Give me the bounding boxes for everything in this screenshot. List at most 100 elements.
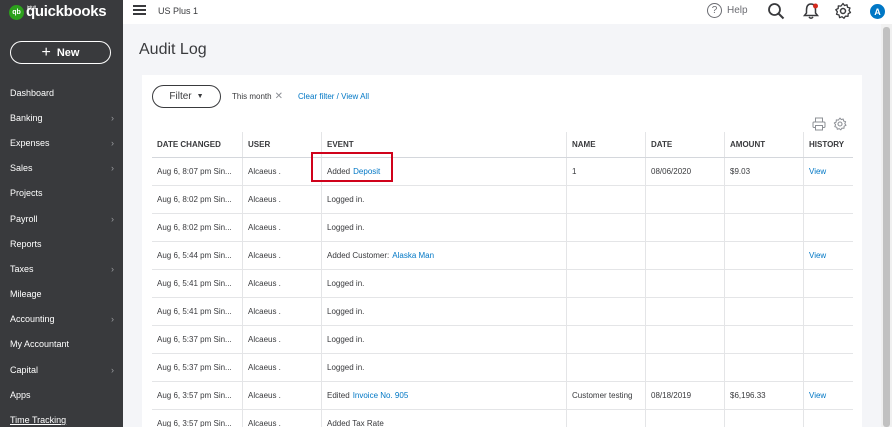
cell-date-changed-text: Aug 6, 5:44 pm Sin... — [157, 251, 232, 260]
company-name: US Plus 1 — [158, 6, 199, 16]
cell-date-changed: Aug 6, 5:41 pm Sin... — [152, 270, 243, 297]
search-icon[interactable] — [767, 2, 785, 20]
sidebar-item-capital[interactable]: Capital › — [0, 357, 123, 382]
cell-user: Alcaeus . — [243, 298, 322, 325]
sidebar-item-reports[interactable]: Reports — [0, 231, 123, 256]
cell-date: 08/06/2020 — [646, 158, 725, 185]
event-link[interactable]: Alaska Man — [392, 251, 434, 260]
menu-icon[interactable] — [133, 5, 146, 15]
cell-user-text: Alcaeus . — [248, 335, 281, 344]
event-text: Added Customer: — [327, 251, 390, 260]
sidebar-item-banking[interactable]: Banking › — [0, 105, 123, 130]
sidebar-item-projects[interactable]: Projects — [0, 181, 123, 206]
cell-name — [567, 298, 646, 325]
history-view-link[interactable]: View — [809, 391, 826, 400]
sidebar-item-label: Time Tracking — [10, 415, 67, 426]
sidebar-item-sales[interactable]: Sales › — [0, 156, 123, 181]
cell-user: Alcaeus . — [243, 186, 322, 213]
chevron-right-icon: › — [111, 112, 114, 123]
cell-user: Alcaeus . — [243, 382, 322, 409]
sidebar-item-taxes[interactable]: Taxes › — [0, 256, 123, 281]
sidebar-item-dashboard[interactable]: Dashboard — [0, 80, 123, 105]
sidebar-item-payroll[interactable]: Payroll › — [0, 206, 123, 231]
table-row[interactable]: Aug 6, 5:37 pm Sin... Alcaeus . Logged in. — [152, 326, 853, 354]
help-button[interactable]: ? Help — [707, 3, 748, 18]
table-row[interactable]: Aug 6, 5:41 pm Sin... Alcaeus . Logged in. — [152, 270, 853, 298]
sidebar-item-expenses[interactable]: Expenses › — [0, 130, 123, 155]
cell-event: Logged in. — [322, 270, 567, 297]
filter-button[interactable]: Filter ▼ — [152, 85, 221, 108]
cell-history — [804, 410, 853, 427]
event-text: Logged in. — [327, 363, 365, 372]
cell-user-text: Alcaeus . — [248, 167, 281, 176]
avatar[interactable]: A — [870, 4, 885, 19]
table-row[interactable]: Aug 6, 5:41 pm Sin... Alcaeus . Logged in. — [152, 298, 853, 326]
cell-user-text: Alcaeus . — [248, 391, 281, 400]
history-view-link[interactable]: View — [809, 251, 826, 260]
column-header-amount[interactable]: AMOUNT — [725, 132, 804, 157]
cell-date-changed: Aug 6, 8:02 pm Sin... — [152, 186, 243, 213]
cell-user: Alcaeus . — [243, 242, 322, 269]
sidebar-item-label: Mileage — [10, 289, 42, 300]
column-header-history[interactable]: HISTORY — [804, 132, 853, 157]
help-label: Help — [727, 5, 748, 16]
gear-icon[interactable] — [834, 2, 852, 20]
cell-amount: $9.03 — [725, 158, 804, 185]
table-row[interactable]: Aug 6, 8:02 pm Sin... Alcaeus . Logged in. — [152, 214, 853, 242]
cell-history — [804, 270, 853, 297]
filter-chip-label: This month — [232, 92, 272, 101]
table-row[interactable]: Aug 6, 5:44 pm Sin... Alcaeus . Added Cust… — [152, 242, 853, 270]
sidebar-item-my-accountant[interactable]: My Accountant — [0, 332, 123, 357]
cell-event: Added Tax Rate — [322, 410, 567, 427]
scrollbar-thumb[interactable] — [883, 27, 890, 427]
help-icon: ? — [707, 3, 722, 18]
sidebar-item-mileage[interactable]: Mileage — [0, 282, 123, 307]
clear-filter-link[interactable]: Clear filter / View All — [298, 92, 369, 101]
cell-date-changed-text: Aug 6, 8:02 pm Sin... — [157, 195, 232, 204]
new-button[interactable]: + New — [10, 41, 111, 64]
column-header-date[interactable]: DATE — [646, 132, 725, 157]
cell-date-changed-text: Aug 6, 3:57 pm Sin... — [157, 391, 232, 400]
cell-name: 1 — [567, 158, 646, 185]
event-text: Added Tax Rate — [327, 419, 384, 427]
event-link[interactable]: Invoice No. 905 — [353, 391, 409, 400]
chevron-right-icon: › — [111, 263, 114, 274]
bell-icon[interactable] — [802, 2, 820, 20]
cell-event: Edited Invoice No. 905 — [322, 382, 567, 409]
cell-name — [567, 326, 646, 353]
cell-amount — [725, 354, 804, 381]
column-header-name[interactable]: NAME — [567, 132, 646, 157]
quickbooks-logo[interactable]: qb intuit quickbooks — [9, 3, 107, 21]
column-header-date-changed[interactable]: DATE CHANGED — [152, 132, 243, 157]
sidebar-item-time-tracking[interactable]: Time Tracking — [0, 407, 123, 427]
print-icon[interactable] — [812, 117, 826, 131]
settings-icon[interactable] — [833, 117, 847, 131]
sidebar-item-label: My Accountant — [10, 339, 70, 350]
cell-user-text: Alcaeus . — [248, 363, 281, 372]
table-row[interactable]: Aug 6, 3:57 pm Sin... Alcaeus . Added Tax … — [152, 410, 853, 427]
cell-name — [567, 270, 646, 297]
scrollbar[interactable] — [881, 24, 892, 427]
table-row[interactable]: Aug 6, 3:57 pm Sin... Alcaeus . Edited Invo… — [152, 382, 853, 410]
quickbooks-logo-icon: qb — [9, 4, 24, 20]
sidebar-item-apps[interactable]: Apps — [0, 382, 123, 407]
sidebar: qb intuit quickbooks + New Dashboard Bank… — [0, 0, 123, 427]
cell-date-changed-text: Aug 6, 3:57 pm Sin... — [157, 419, 232, 427]
caret-down-icon: ▼ — [196, 93, 204, 100]
history-view-link[interactable]: View — [809, 167, 826, 176]
table-row[interactable]: Aug 6, 5:37 pm Sin... Alcaeus . Logged in. — [152, 354, 853, 382]
cell-amount — [725, 214, 804, 241]
cell-user: Alcaeus . — [243, 326, 322, 353]
sidebar-nav: Dashboard Banking › Expenses › Sales › Projects… — [0, 80, 123, 427]
cell-name — [567, 214, 646, 241]
audit-log-card: Filter ▼ This month ✕ Clear filter / Vie… — [142, 75, 862, 427]
cell-date — [646, 270, 725, 297]
plus-icon: + — [41, 43, 51, 61]
sidebar-item-accounting[interactable]: Accounting › — [0, 307, 123, 332]
table-row[interactable]: Aug 6, 8:02 pm Sin... Alcaeus . Logged in. — [152, 186, 853, 214]
cell-date-changed: Aug 6, 8:02 pm Sin... — [152, 214, 243, 241]
cell-date — [646, 242, 725, 269]
table-row[interactable]: Aug 6, 8:07 pm Sin... Alcaeus . Added Depos… — [152, 158, 853, 186]
close-icon[interactable]: ✕ — [275, 91, 283, 102]
brand-intuit: intuit — [27, 5, 36, 11]
